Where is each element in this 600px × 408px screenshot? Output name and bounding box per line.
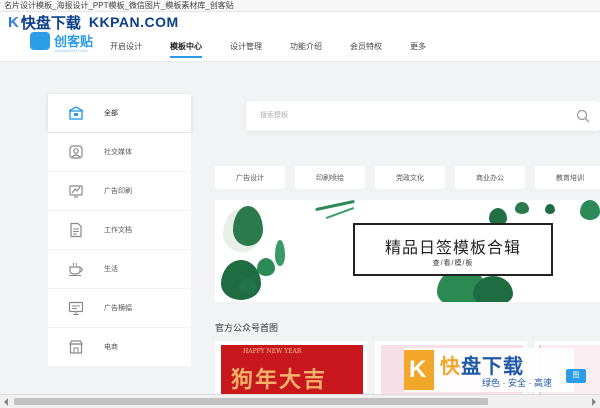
leaf-decoration [580,200,600,220]
palm-decoration [325,206,355,220]
sidebar-item-all[interactable]: 全部 [48,94,191,132]
watermark-k-logo: K [404,350,434,390]
banner-icon [68,300,84,316]
scrollbar-thumb[interactable] [14,398,488,405]
card-big-text: 狗年大吉 [231,367,328,393]
banner-title: 精品日签模板合辑 [384,238,521,257]
tag-print[interactable]: 印刷喷绘 [295,166,365,189]
sidebar-label-document: 工作文档 [104,227,132,234]
nav-item-start-design[interactable]: 开启设计 [110,40,142,54]
sidebar-item-print[interactable]: 广告印刷 [48,172,191,210]
leaf-decoration [257,258,275,276]
sidebar-item-life[interactable]: 生活 [48,250,191,288]
sidebar-label-social: 社交媒体 [104,149,132,156]
watermark-brand-bottom: 快盘下载 [440,356,524,378]
leaf-decoration [275,240,285,266]
watermark-slogan: 绿色 · 安全 · 高速 [482,378,552,388]
watermark-badge: 图 [566,369,586,383]
window-title: 名片设计模板_海报设计_PPT模板_微信图片_模板素材库_创客贴 [4,1,234,10]
template-search-box[interactable]: 搜索模板 [246,101,600,131]
watermark-url: KKPAN.COM [88,14,179,30]
template-card[interactable]: HAPPY NEW YEAR 狗年大吉 [215,341,367,394]
sidebar-item-social[interactable]: 社交媒体 [48,133,191,171]
nav-item-more[interactable]: 更多 [410,40,426,54]
window-titlebar: 名片设计模板_海报设计_PPT模板_微信图片_模板素材库_创客贴 [0,0,600,12]
leaf-decoration [545,204,555,214]
search-input[interactable]: 搜索模板 [260,101,288,131]
watermark-top: K 快盘下载 KKPAN.COM [8,12,179,32]
category-sidebar: 全部 社交媒体 广告印刷 工作文档 生活 广告横幅 电商 [48,94,191,367]
social-icon [68,144,84,160]
sidebar-item-ecommerce[interactable]: 电商 [48,328,191,366]
cup-icon [68,261,84,277]
leaf-decoration [473,276,513,302]
sidebar-label-print: 广告印刷 [104,188,132,195]
nav-item-design-manage[interactable]: 设计管理 [230,40,262,54]
logo-subtext: CHUANGKIT.COM [54,48,88,53]
print-icon [68,183,84,199]
leaf-decoration [239,278,257,294]
tag-business[interactable]: 商业办公 [455,166,525,189]
card-small-text: HAPPY NEW YEAR [243,348,302,355]
sidebar-item-banner[interactable]: 广告横幅 [48,289,191,327]
leaf-decoration [233,206,263,246]
horizontal-scrollbar[interactable] [0,394,600,408]
category-tags: 广告设计 印刷喷绘 党政文化 商业办公 教育培训 [215,166,600,189]
card-thumbnail: HAPPY NEW YEAR 狗年大吉 [221,345,363,394]
sidebar-label-ecommerce: 电商 [104,344,118,351]
watermark-k-icon: K [8,13,19,31]
box-icon [68,105,84,121]
sidebar-label-all: 全部 [104,110,118,117]
nav-item-template-center[interactable]: 模板中心 [170,40,202,58]
document-icon [68,222,84,238]
sidebar-label-banner: 广告横幅 [104,305,132,312]
sidebar-item-document[interactable]: 工作文档 [48,211,191,249]
watermark-brand: 快盘下载 [20,14,81,32]
leaf-decoration [515,202,529,214]
logo-mark-icon [30,31,50,50]
top-nav: 开启设计 模板中心 设计管理 功能介绍 会员特权 更多 [110,40,454,58]
shop-icon [68,339,84,355]
promo-banner[interactable]: 精品日签模板合辑 查/看/模/板 [215,200,600,302]
nav-item-features[interactable]: 功能介绍 [290,40,322,54]
banner-subtitle: 查/看/模/板 [432,260,474,267]
tag-party-culture[interactable]: 党政文化 [375,166,445,189]
watermark-bottom: K 快盘下载 绿色 · 安全 · 高速 [404,348,574,392]
scroll-left-icon[interactable] [4,398,8,406]
app-logo[interactable]: 创客贴 CHUANGKIT.COM [30,31,93,53]
tag-ad-design[interactable]: 广告设计 [215,166,285,189]
scroll-right-icon[interactable] [592,398,596,406]
sidebar-label-life: 生活 [104,266,118,273]
banner-title-box: 精品日签模板合辑 查/看/模/板 [353,223,553,276]
tag-education[interactable]: 教育培训 [535,166,600,189]
search-icon[interactable] [576,109,590,123]
section-title: 官方公众号首图 [215,323,279,333]
nav-item-membership[interactable]: 会员特权 [350,40,382,54]
